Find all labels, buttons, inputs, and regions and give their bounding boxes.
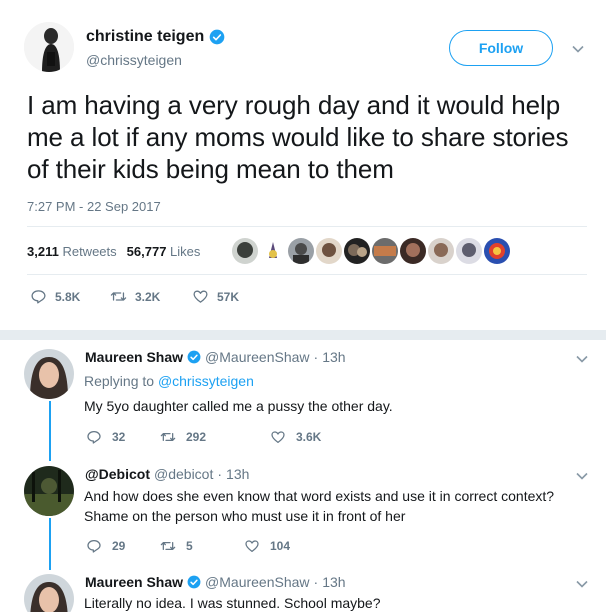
thread-line: [49, 401, 51, 461]
reply-header: Maureen Shaw @MaureenShaw · 13h: [85, 574, 346, 590]
like-button[interactable]: 57K: [192, 288, 239, 305]
replying-to-label: Replying to: [84, 373, 155, 389]
liker-avatar[interactable]: [316, 238, 342, 264]
author-avatar[interactable]: [24, 22, 74, 72]
tweet-actions: 5.8K 3.2K 57K: [30, 288, 239, 305]
reply-time[interactable]: 13h: [322, 574, 345, 590]
heart-icon: [193, 290, 208, 303]
reply-avatar[interactable]: [24, 466, 74, 516]
chevron-down-icon[interactable]: [575, 352, 589, 366]
retweet-count: 292: [186, 430, 207, 444]
author-handle[interactable]: @chrissyteigen: [86, 52, 182, 68]
like-button[interactable]: 104: [244, 538, 290, 554]
reply-button[interactable]: 5.8K: [30, 288, 110, 305]
reply-author-handle[interactable]: @MaureenShaw: [205, 574, 310, 590]
retweets-label: Retweets: [62, 244, 117, 259]
author-name[interactable]: christine teigen: [86, 28, 204, 46]
reply-actions: 32 292 3.6K: [86, 429, 321, 445]
liker-avatar[interactable]: [288, 238, 314, 264]
reply-icon: [87, 540, 101, 553]
heart-icon: [271, 431, 285, 443]
chevron-down-icon[interactable]: [575, 577, 589, 591]
reply-avatar[interactable]: [24, 349, 74, 399]
retweet-button[interactable]: 292: [160, 429, 270, 445]
divider: [27, 226, 587, 227]
liker-avatar[interactable]: [428, 238, 454, 264]
chevron-down-icon[interactable]: [575, 469, 589, 483]
like-count: 57K: [217, 289, 240, 304]
liker-avatar[interactable]: [400, 238, 426, 264]
retweets-stat[interactable]: 3,211 Retweets: [27, 244, 117, 259]
likes-label: Likes: [170, 244, 201, 259]
liker-avatar[interactable]: [456, 238, 482, 264]
retweet-button[interactable]: 3.2K: [110, 288, 192, 305]
meta-separator: ·: [313, 574, 319, 590]
author-name-row[interactable]: christine teigen: [86, 28, 225, 46]
reply-count: 5.8K: [55, 289, 81, 304]
divider: [27, 274, 587, 275]
liker-avatar[interactable]: [484, 238, 510, 264]
meta-separator: ·: [313, 349, 319, 365]
tweet-timestamp[interactable]: 7:27 PM - 22 Sep 2017: [27, 199, 161, 214]
reply-count: 32: [112, 430, 126, 444]
reply-author-name[interactable]: @Debicot: [85, 466, 150, 482]
retweet-count: 3.2K: [135, 289, 161, 304]
reply-time[interactable]: 13h: [226, 466, 249, 482]
chevron-down-icon[interactable]: [571, 42, 585, 56]
meta-separator: ·: [217, 466, 223, 482]
retweet-icon: [160, 433, 176, 441]
reply-header: Maureen Shaw @MaureenShaw · 13h: [85, 349, 346, 365]
reply-header: @Debicot @debicot · 13h: [85, 466, 249, 482]
liker-avatar[interactable]: [260, 238, 286, 264]
tweet-stats: 3,211 Retweets 56,777 Likes: [27, 244, 200, 259]
reply-author-name[interactable]: Maureen Shaw: [85, 574, 183, 590]
reply-time[interactable]: 13h: [322, 349, 345, 365]
reply-text: Literally no idea. I was stunned. School…: [84, 595, 381, 611]
like-button[interactable]: 3.6K: [270, 429, 321, 445]
verified-badge-icon: [187, 350, 201, 364]
follow-button[interactable]: Follow: [449, 30, 553, 66]
like-count: 3.6K: [296, 430, 322, 444]
liker-avatar[interactable]: [372, 238, 398, 264]
reply-author-name[interactable]: Maureen Shaw: [85, 349, 183, 365]
retweets-count: 3,211: [27, 244, 59, 259]
reply-actions: 29 5 104: [86, 538, 290, 554]
replying-to-link[interactable]: @chrissyteigen: [158, 373, 254, 389]
likes-count: 56,777: [126, 244, 167, 259]
verified-badge-icon: [187, 575, 201, 589]
reply-icon: [87, 431, 101, 444]
liker-avatar[interactable]: [232, 238, 258, 264]
retweet-button[interactable]: 5: [160, 538, 244, 554]
replying-to: Replying to @chrissyteigen: [84, 371, 254, 391]
like-count: 104: [270, 539, 291, 553]
thread-line: [49, 518, 51, 570]
reply-author-handle[interactable]: @MaureenShaw: [205, 349, 310, 365]
retweet-count: 5: [186, 539, 193, 553]
reply-button[interactable]: 29: [86, 538, 160, 554]
reply-author-handle[interactable]: @debicot: [154, 466, 213, 482]
reply-count: 29: [112, 539, 126, 553]
verified-badge-icon: [209, 29, 225, 45]
reply-avatar[interactable]: [24, 574, 74, 612]
likers-avatars: [232, 238, 510, 264]
conversation-separator: [0, 330, 606, 340]
reply-text: And how does she even know that word exi…: [84, 488, 555, 524]
retweet-icon: [160, 542, 176, 550]
retweet-icon: [110, 292, 127, 301]
likes-stat[interactable]: 56,777 Likes: [127, 244, 201, 259]
liker-avatar[interactable]: [344, 238, 370, 264]
reply-text: My 5yo daughter called me a pussy the ot…: [84, 398, 393, 414]
heart-icon: [245, 540, 259, 552]
reply-icon: [31, 290, 46, 304]
tweet-text: I am having a very rough day and it woul…: [27, 90, 569, 184]
reply-button[interactable]: 32: [86, 429, 160, 445]
